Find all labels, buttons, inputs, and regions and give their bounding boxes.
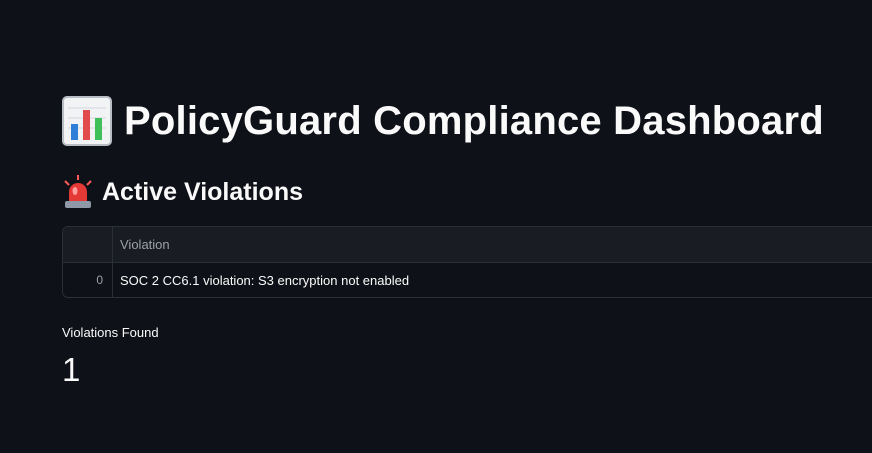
row-index-cell: 0	[63, 263, 113, 297]
violations-found-label: Violations Found	[62, 325, 159, 340]
dashboard-page: PolicyGuard Compliance Dashboard Active …	[0, 0, 872, 453]
violation-cell[interactable]: SOC 2 CC6.1 violation: S3 encryption not…	[113, 263, 872, 297]
violations-heading: Active Violations	[102, 177, 303, 206]
table-row[interactable]: 0 SOC 2 CC6.1 violation: S3 encryption n…	[63, 263, 872, 297]
violations-heading-row: Active Violations	[62, 175, 303, 209]
bar-chart-icon	[62, 96, 112, 146]
siren-icon	[64, 175, 92, 208]
table-header-row: Violation	[63, 227, 872, 263]
violation-column-header[interactable]: Violation	[113, 227, 872, 262]
page-title: PolicyGuard Compliance Dashboard	[124, 98, 824, 143]
violations-found-value: 1	[62, 351, 81, 388]
violations-table[interactable]: Violation 0 SOC 2 CC6.1 violation: S3 en…	[62, 226, 872, 298]
page-title-row: PolicyGuard Compliance Dashboard	[62, 96, 824, 146]
index-column-header[interactable]	[63, 227, 113, 262]
